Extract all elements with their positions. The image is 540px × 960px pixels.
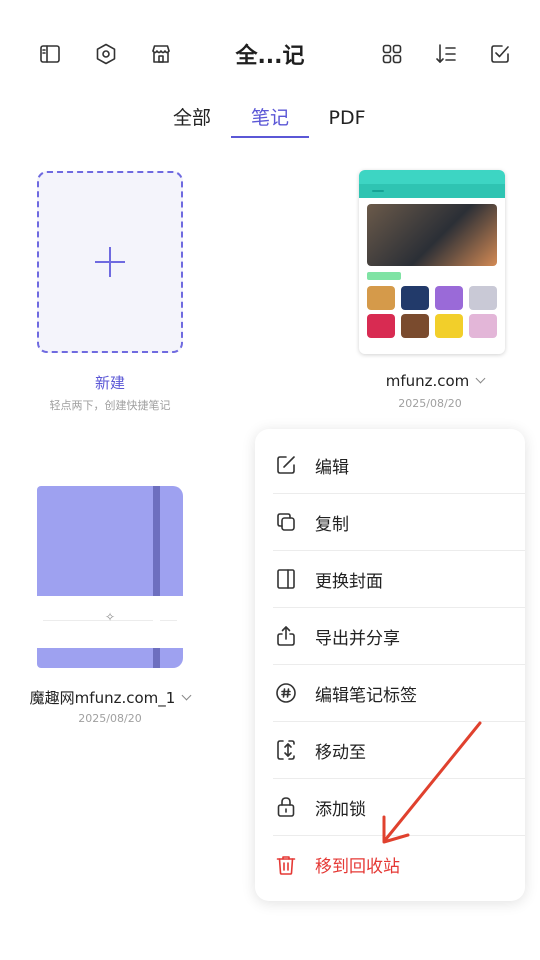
menu-item-move-to[interactable]: 移动至 bbox=[273, 722, 525, 779]
notebook-cover[interactable]: ✧ bbox=[37, 486, 183, 668]
chevron-down-icon[interactable] bbox=[181, 690, 192, 701]
tab-pdf[interactable]: PDF bbox=[318, 102, 376, 138]
thumbnail-site-nav bbox=[359, 184, 505, 198]
plus-icon bbox=[95, 247, 125, 277]
move-icon bbox=[273, 737, 299, 763]
tag-icon bbox=[273, 680, 299, 706]
sort-icon[interactable] bbox=[432, 40, 460, 68]
copy-icon bbox=[273, 509, 299, 535]
multi-select-icon[interactable] bbox=[486, 40, 514, 68]
menu-item-export-share[interactable]: 导出并分享 bbox=[273, 608, 525, 665]
menu-item-move-to-trash[interactable]: 移到回收站 bbox=[273, 836, 525, 893]
sparkle-icon: ✧ bbox=[104, 610, 116, 624]
chevron-down-icon[interactable] bbox=[475, 373, 486, 384]
edit-icon bbox=[273, 452, 299, 478]
context-menu: 编辑 复制 更换封面 导出并分享 编辑笔记标签 移动至 添加锁 移到回收站 bbox=[255, 429, 525, 901]
share-icon bbox=[273, 623, 299, 649]
tab-active-indicator bbox=[231, 136, 309, 138]
tab-all[interactable]: 全部 bbox=[163, 102, 221, 138]
top-bar: 全...记 bbox=[0, 0, 540, 110]
tab-notes[interactable]: 笔记 bbox=[231, 102, 309, 138]
grid-view-icon[interactable] bbox=[378, 40, 406, 68]
menu-item-copy[interactable]: 复制 bbox=[273, 494, 525, 551]
note-title-mfunz[interactable]: mfunz.com bbox=[355, 372, 515, 390]
thumbnail-banner-image bbox=[367, 204, 497, 266]
cover-icon bbox=[273, 566, 299, 592]
note-title-notebook[interactable]: 魔趣网mfunz.com_1 bbox=[20, 687, 200, 708]
menu-item-change-cover[interactable]: 更换封面 bbox=[273, 551, 525, 608]
note-thumbnail-mfunz[interactable] bbox=[359, 170, 505, 354]
thumbnail-app-grid bbox=[367, 286, 497, 338]
new-note-card[interactable] bbox=[37, 171, 183, 353]
menu-item-edit[interactable]: 编辑 bbox=[273, 437, 525, 494]
thumbnail-site-header bbox=[359, 170, 505, 184]
note-date: 2025/08/20 bbox=[398, 397, 462, 410]
note-date: 2025/08/20 bbox=[78, 712, 142, 725]
new-note-label: 新建 bbox=[94, 374, 125, 392]
trash-icon bbox=[273, 852, 299, 878]
menu-item-edit-tags[interactable]: 编辑笔记标签 bbox=[273, 665, 525, 722]
menu-item-add-lock[interactable]: 添加锁 bbox=[273, 779, 525, 836]
lock-icon bbox=[273, 794, 299, 820]
notebook-label-band: ✧ bbox=[37, 596, 183, 648]
new-note-hint: 轻点两下，创建快捷笔记 bbox=[49, 399, 171, 412]
thumbnail-section-tag bbox=[367, 272, 401, 280]
